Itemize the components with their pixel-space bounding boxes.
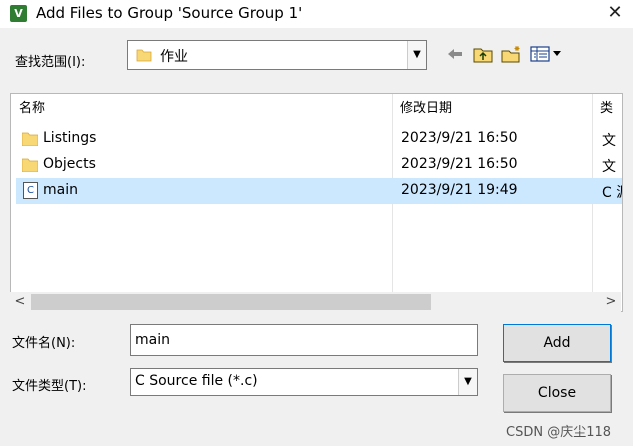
back-icon[interactable] [444, 44, 466, 64]
app-icon: V [10, 5, 27, 22]
scroll-left-icon[interactable]: < [10, 292, 30, 312]
c-file-icon: C [23, 182, 38, 199]
lookin-dropdown[interactable]: 作业 ▼ [127, 40, 427, 70]
column-header-type[interactable]: 类 [592, 94, 622, 124]
add-button[interactable]: Add [503, 324, 611, 362]
chevron-down-icon[interactable]: ▼ [407, 41, 426, 69]
up-folder-icon[interactable] [472, 44, 494, 64]
file-type: 文 [602, 159, 616, 175]
file-date: 2023/9/21 16:50 [401, 156, 518, 172]
file-type: C 源 [602, 185, 622, 201]
window-title: Add Files to Group 'Source Group 1' [36, 4, 303, 22]
file-date: 2023/9/21 16:50 [401, 130, 518, 146]
view-menu-icon[interactable] [530, 44, 564, 64]
file-name: Objects [43, 156, 96, 172]
file-row-selected[interactable]: C main 2023/9/21 19:49 C 源 [16, 178, 622, 204]
scroll-right-icon[interactable]: > [601, 292, 621, 312]
file-row[interactable]: Listings 2023/9/21 16:50 文 [16, 126, 622, 152]
folder-icon [22, 158, 38, 172]
lookin-value: 作业 [160, 49, 188, 65]
column-header-date[interactable]: 修改日期 [392, 94, 592, 124]
filetype-label: 文件类型(T): [12, 379, 87, 394]
scrollbar-thumb[interactable] [31, 294, 431, 310]
filetype-dropdown[interactable]: C Source file (*.c) ▼ [130, 368, 478, 396]
new-folder-icon[interactable] [500, 44, 522, 64]
watermark-text: CSDN @庆尘118 [506, 425, 612, 440]
lookin-label: 查找范围(I): [15, 55, 86, 70]
file-list[interactable]: 名称 ^ 修改日期 类 Listings 2023/9/21 16:50 文 O… [10, 93, 623, 312]
sort-ascending-icon: ^ [197, 93, 207, 101]
folder-icon [22, 132, 38, 146]
close-icon[interactable]: ✕ [603, 2, 627, 24]
file-name: Listings [43, 130, 97, 146]
file-type: 文 [602, 133, 616, 149]
title-bar: V Add Files to Group 'Source Group 1' ✕ [0, 0, 633, 28]
folder-icon [136, 49, 152, 62]
horizontal-scrollbar[interactable]: < > [10, 292, 621, 312]
filename-input[interactable] [130, 324, 478, 356]
close-button[interactable]: Close [503, 374, 611, 412]
file-date: 2023/9/21 19:49 [401, 182, 518, 198]
file-name: main [43, 182, 78, 198]
filename-label: 文件名(N): [12, 336, 76, 351]
filetype-value: C Source file (*.c) [135, 373, 258, 389]
file-row[interactable]: Objects 2023/9/21 16:50 文 [16, 152, 622, 178]
chevron-down-icon[interactable]: ▼ [458, 369, 477, 395]
